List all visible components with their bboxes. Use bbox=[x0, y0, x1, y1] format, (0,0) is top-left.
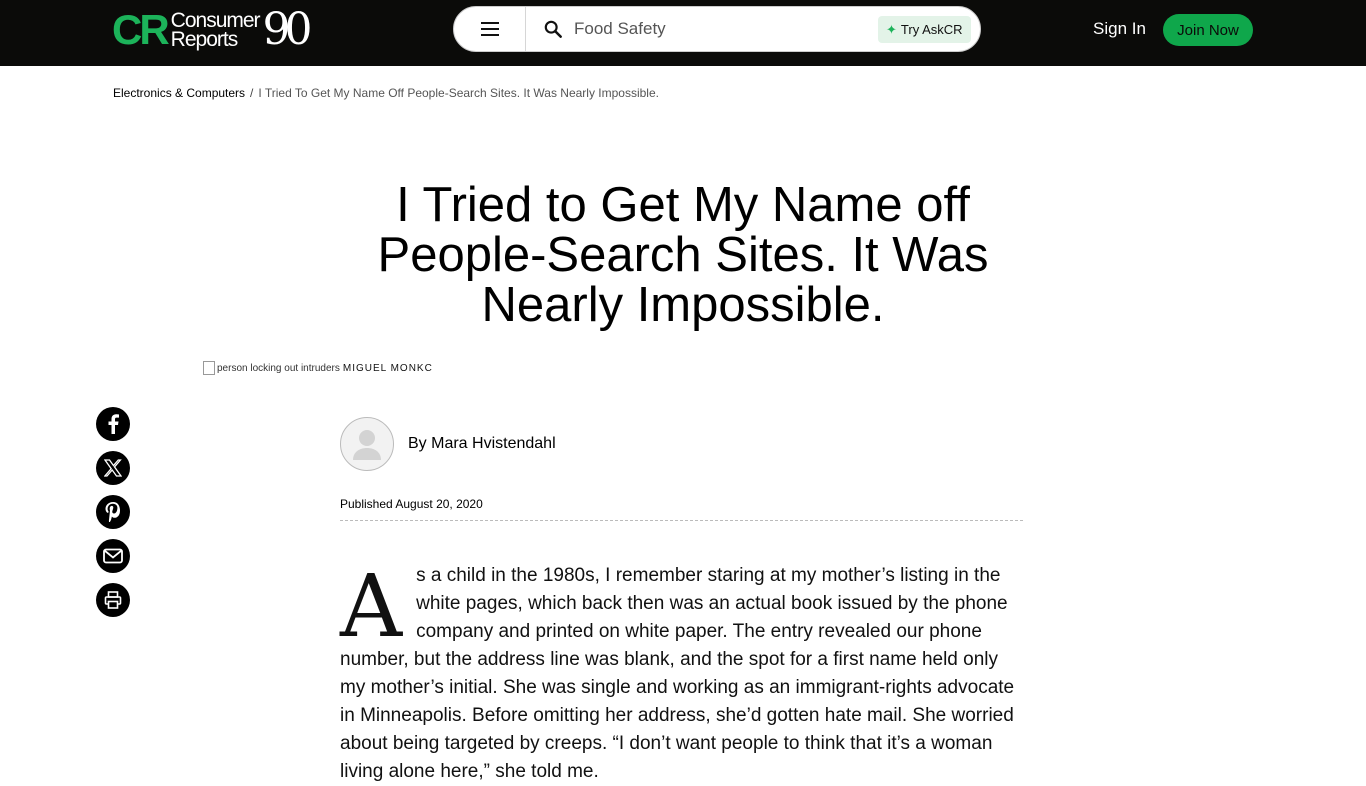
search-input[interactable] bbox=[574, 16, 864, 42]
site-header: CR Consumer Reports 90 ✦ Try AskCR Sign … bbox=[0, 0, 1366, 66]
print-icon bbox=[104, 591, 122, 609]
broken-image-icon bbox=[203, 361, 215, 375]
byline-prefix: By bbox=[408, 435, 427, 452]
author-avatar bbox=[340, 417, 394, 471]
x-share-button[interactable] bbox=[96, 451, 130, 485]
byline-divider bbox=[340, 520, 1023, 521]
pinterest-icon bbox=[105, 502, 120, 522]
consumer-reports-logo[interactable]: CR Consumer Reports 90 bbox=[112, 4, 313, 55]
email-icon bbox=[103, 548, 123, 564]
email-share-button[interactable] bbox=[96, 539, 130, 573]
sparkle-icon: ✦ bbox=[886, 21, 897, 37]
author-name[interactable]: Mara Hvistendahl bbox=[431, 435, 556, 452]
breadcrumb-separator: / bbox=[250, 86, 254, 100]
logo-wordmark: Consumer Reports bbox=[170, 10, 261, 51]
facebook-icon bbox=[108, 414, 119, 434]
breadcrumb-section-link[interactable]: Electronics & Computers bbox=[113, 86, 245, 100]
breadcrumb-current: I Tried To Get My Name Off People-Search… bbox=[258, 86, 659, 100]
breadcrumb: Electronics & Computers / I Tried To Get M… bbox=[113, 86, 659, 100]
byline: By Mara Hvistendahl bbox=[408, 435, 556, 453]
search-bar: ✦ Try AskCR bbox=[453, 6, 981, 52]
person-placeholder-icon bbox=[353, 430, 381, 460]
menu-button[interactable] bbox=[454, 7, 526, 51]
image-credit: MIGUEL MONKC bbox=[342, 362, 433, 374]
published-date: Published August 20, 2020 bbox=[340, 497, 483, 511]
search-icon bbox=[544, 20, 562, 38]
hero-image-alt: person locking out intruders bbox=[217, 362, 340, 374]
article-title: I Tried to Get My Name off People-Search… bbox=[377, 178, 989, 332]
askcr-label: Try AskCR bbox=[900, 22, 963, 37]
drop-cap: A bbox=[340, 557, 403, 657]
article-paragraph: s a child in the 1980s, I remember stari… bbox=[340, 565, 1015, 782]
social-share-bar bbox=[96, 407, 130, 627]
facebook-share-button[interactable] bbox=[96, 407, 130, 441]
logo-90-badge: 90 bbox=[262, 4, 313, 55]
pinterest-share-button[interactable] bbox=[96, 495, 130, 529]
x-icon bbox=[104, 459, 122, 477]
join-now-button[interactable]: Join Now bbox=[1163, 14, 1253, 46]
logo-cr-mark: CR bbox=[112, 6, 170, 53]
hero-image: person locking out intruders MIGUEL MONK… bbox=[203, 361, 433, 375]
logo-line-2: Reports bbox=[170, 28, 239, 51]
hamburger-icon bbox=[480, 22, 499, 36]
print-button[interactable] bbox=[96, 583, 130, 617]
try-askcr-button[interactable]: ✦ Try AskCR bbox=[878, 16, 971, 43]
sign-in-link[interactable]: Sign In bbox=[1093, 19, 1146, 39]
article-body: As a child in the 1980s, I remember star… bbox=[340, 562, 1023, 786]
